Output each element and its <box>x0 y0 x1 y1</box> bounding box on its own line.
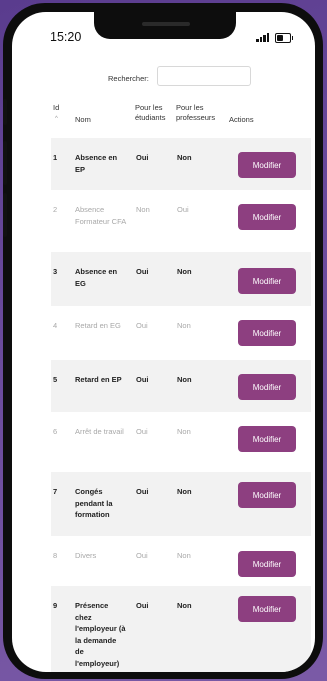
modify-button[interactable]: Modifier <box>238 374 296 400</box>
modify-button[interactable]: Modifier <box>238 482 296 508</box>
cell-name: Présence chez l'employeur (à la demande … <box>75 601 126 668</box>
cell-teachers: Non <box>177 427 191 436</box>
column-header-id[interactable]: Id <box>53 103 59 113</box>
cell-teachers: Non <box>177 267 192 276</box>
cell-name: Divers <box>75 551 97 560</box>
column-header-name[interactable]: Nom <box>75 115 91 125</box>
modify-button[interactable]: Modifier <box>238 268 296 294</box>
table-row: 3 Absence en EG Oui Non Modifier <box>51 252 311 306</box>
status-time: 15:20 <box>50 30 82 44</box>
cell-name: Arrêt de travail <box>75 427 124 436</box>
cell-teachers: Non <box>177 551 191 560</box>
cell-students: Oui <box>136 551 148 560</box>
cell-name: Retard en EG <box>75 321 121 330</box>
cell-students: Non <box>136 205 150 214</box>
screen: 15:20 Rechercher: Id ^ Nom Pour les étud… <box>12 12 315 672</box>
cell-teachers: Non <box>177 153 192 162</box>
signal-icon <box>256 33 270 42</box>
table-row: 4 Retard en EG Oui Non Modifier <box>51 306 311 360</box>
column-header-actions: Actions <box>229 115 254 124</box>
cell-name: Absence en EP <box>75 153 118 174</box>
table-row: 9 Présence chez l'employeur (à la demande… <box>51 586 311 672</box>
modify-button[interactable]: Modifier <box>238 152 296 178</box>
phone-frame: 15:20 Rechercher: Id ^ Nom Pour les étud… <box>3 3 323 679</box>
modify-button[interactable]: Modifier <box>238 320 296 346</box>
cell-teachers: Oui <box>177 205 189 214</box>
cell-teachers: Non <box>177 487 192 496</box>
table-row: 6 Arrêt de travail Oui Non Modifier <box>51 412 311 472</box>
cell-id: 7 <box>53 487 58 496</box>
cell-students: Oui <box>136 153 149 162</box>
cell-students: Oui <box>136 267 149 276</box>
cell-students: Oui <box>136 601 149 610</box>
search-input[interactable] <box>157 66 251 86</box>
cell-teachers: Non <box>177 375 192 384</box>
mute-switch <box>3 99 7 125</box>
table-row: 8 Divers Oui Non Modifier <box>51 536 311 586</box>
cell-name: Retard en EP <box>75 375 122 384</box>
table-row: 1 Absence en EP Oui Non Modifier <box>51 138 311 190</box>
cell-id: 2 <box>53 205 58 214</box>
cell-id: 5 <box>53 375 58 384</box>
search-label: Rechercher: <box>108 74 149 83</box>
cell-teachers: Non <box>177 601 192 610</box>
column-header-students[interactable]: Pour les étudiants <box>135 103 175 123</box>
cell-name: Congés pendant la formation <box>75 487 113 519</box>
battery-icon <box>275 33 293 43</box>
cell-name: Absence en EG <box>75 267 118 288</box>
cell-name: Absence Formateur CFA <box>75 205 127 226</box>
volume-down-button <box>3 193 7 237</box>
cell-students: Oui <box>136 375 149 384</box>
volume-up-button <box>3 141 7 185</box>
table-row: 5 Retard en EP Oui Non Modifier <box>51 360 311 412</box>
speaker <box>142 22 190 26</box>
cell-students: Oui <box>136 487 149 496</box>
cell-id: 9 <box>53 601 58 610</box>
cell-students: Oui <box>136 427 148 436</box>
table-row: 7 Congés pendant la formation Oui Non Modifi… <box>51 472 311 536</box>
cell-id: 4 <box>53 321 58 330</box>
modify-button[interactable]: Modifier <box>238 596 296 622</box>
cell-id: 6 <box>53 427 58 436</box>
cell-id: 1 <box>53 153 58 162</box>
table-row: 2 Absence Formateur CFA Non Oui Modifier <box>51 190 311 252</box>
modify-button[interactable]: Modifier <box>238 426 296 452</box>
modify-button[interactable]: Modifier <box>238 204 296 230</box>
cell-id: 8 <box>53 551 58 560</box>
notch <box>94 12 236 39</box>
cell-id: 3 <box>53 267 58 276</box>
sort-ascending-icon[interactable]: ^ <box>55 116 58 122</box>
column-header-teachers[interactable]: Pour les professeurs <box>176 103 224 123</box>
cell-teachers: Non <box>177 321 191 330</box>
modify-button[interactable]: Modifier <box>238 551 296 577</box>
cell-students: Oui <box>136 321 148 330</box>
